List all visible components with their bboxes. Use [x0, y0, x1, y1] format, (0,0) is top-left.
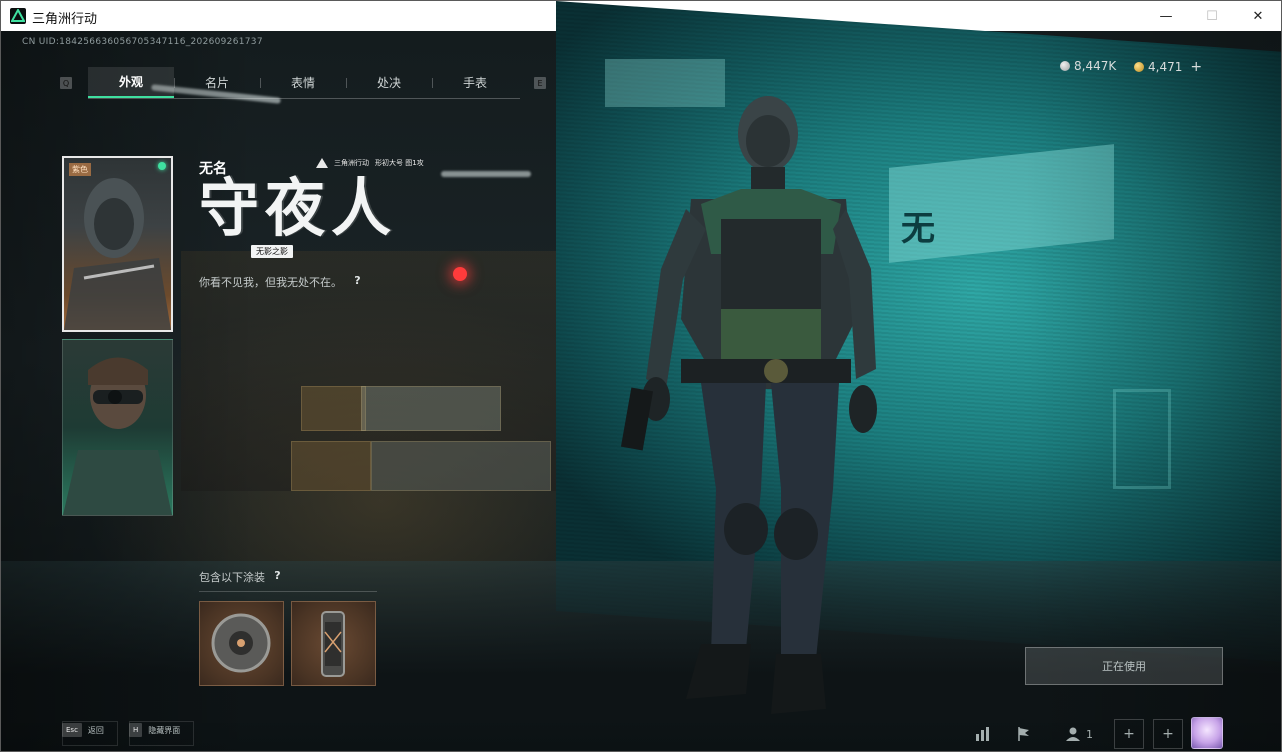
minimize-button[interactable]: —	[1143, 1, 1189, 31]
friends-button[interactable]: 1	[1049, 717, 1109, 751]
brand-extra: 形初大号 图1攻	[375, 159, 424, 167]
in-use-button[interactable]: 正在使用	[1025, 647, 1223, 685]
back-label: 返回	[87, 725, 104, 735]
goggle-operator-portrait	[63, 357, 172, 515]
h-key: H	[129, 723, 143, 737]
operator-character	[620, 96, 877, 714]
masked-operator-portrait	[64, 178, 171, 330]
skin-subtitle: 无影之影	[251, 245, 293, 258]
help-icon[interactable]: ?	[271, 569, 284, 582]
avatar[interactable]	[1191, 717, 1223, 749]
tab-emote[interactable]: 表情	[260, 67, 346, 98]
tab-namecard[interactable]: 名片	[174, 67, 260, 98]
flag-button[interactable]	[1007, 717, 1041, 751]
currency-gold: 4,471 +	[1134, 59, 1202, 75]
currency-silver: 8,447K	[1060, 59, 1116, 73]
help-icon[interactable]: ?	[351, 274, 364, 287]
divider	[199, 591, 377, 592]
crate	[361, 386, 501, 431]
equipped-indicator	[158, 162, 166, 170]
friends-icon	[1066, 727, 1080, 741]
screen-text: 无	[901, 209, 935, 249]
close-button[interactable]: ✕	[1235, 1, 1281, 31]
hide-ui-label: 隐藏界面	[148, 725, 181, 735]
grenade-icon	[211, 613, 271, 673]
prev-tab-key[interactable]: Q	[60, 77, 72, 89]
silver-coin-icon	[1060, 61, 1070, 71]
camo-item-grenade[interactable]	[199, 601, 284, 686]
player-uid: CN UID:184256636056705347116_20260926173…	[22, 37, 263, 47]
skin-title: 守夜人	[199, 172, 397, 246]
canister-icon	[321, 611, 345, 677]
brand-badge: 三角洲行动 形初大号 图1攻	[316, 158, 424, 168]
crate	[371, 441, 551, 491]
skin-quote: 你看不见我，但我无处不在。	[199, 276, 342, 289]
add-party-slot-button[interactable]: +	[1153, 719, 1183, 749]
tab-execution[interactable]: 处决	[346, 67, 432, 98]
hide-ui-hint[interactable]: H 隐藏界面	[129, 723, 180, 737]
rarity-tag: 紫色	[69, 163, 91, 176]
tab-appearance[interactable]: 外观	[88, 67, 174, 98]
skin-card[interactable]	[62, 339, 173, 516]
game-window: 三角洲行动 — ☐ ✕ 无 CN UID:1842566360567053471…	[0, 0, 1282, 752]
window-title: 三角洲行动	[32, 12, 98, 27]
esc-key: Esc	[62, 723, 82, 737]
bar-chart-icon	[976, 727, 989, 741]
includes-label: 包含以下涂装	[199, 571, 265, 584]
currency-gold-value: 4,471	[1148, 60, 1183, 74]
currency-silver-value: 8,447K	[1074, 59, 1117, 73]
brand-logo-icon	[316, 158, 328, 168]
camo-item-canister[interactable]	[291, 601, 376, 686]
add-currency-button[interactable]: +	[1190, 59, 1202, 75]
ceiling-light	[441, 171, 531, 177]
crate	[301, 386, 366, 431]
add-party-slot-button[interactable]: +	[1114, 719, 1144, 749]
category-tabs: 外观 名片 表情 处决 手表	[88, 67, 520, 99]
brand-name: 三角洲行动	[334, 159, 369, 167]
friends-count: 1	[1086, 727, 1093, 741]
tab-watch[interactable]: 手表	[432, 67, 518, 98]
crate	[291, 441, 371, 491]
screen-square	[1113, 389, 1171, 489]
maximize-button[interactable]: ☐	[1189, 1, 1235, 31]
skin-card-selected[interactable]: 紫色	[62, 156, 173, 332]
app-logo-icon	[10, 8, 26, 24]
back-hint[interactable]: Esc 返回	[62, 723, 104, 737]
next-tab-key[interactable]: E	[534, 77, 546, 89]
stats-button[interactable]	[966, 717, 1000, 751]
red-warning-light	[453, 267, 467, 281]
flag-icon	[1018, 727, 1029, 741]
gold-coin-icon	[1134, 62, 1144, 72]
